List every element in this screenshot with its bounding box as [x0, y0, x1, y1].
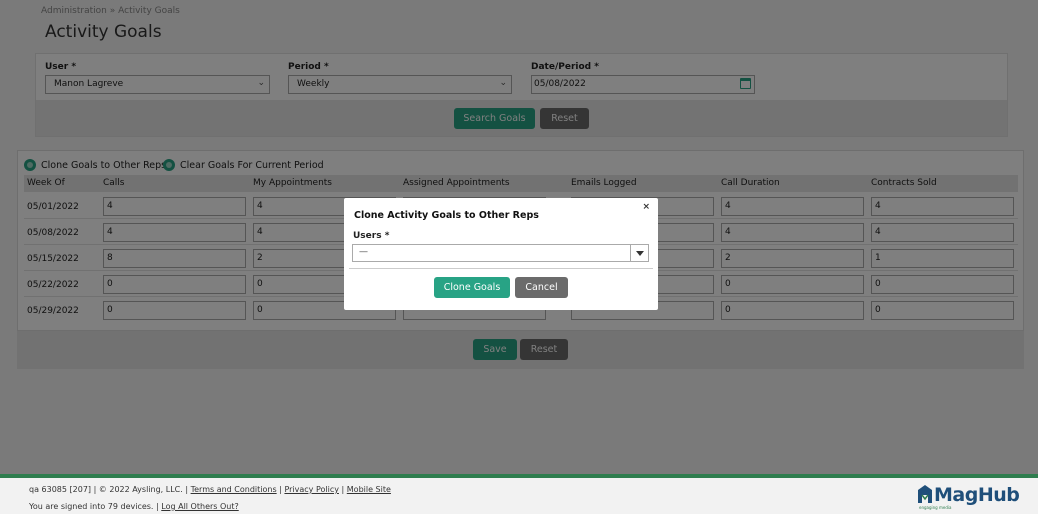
- modal-title: Clone Activity Goals to Other Reps: [354, 210, 539, 221]
- footer-build-info: qa 63085 [207] | © 2022 Aysling, LLC. |: [29, 485, 189, 494]
- cancel-button[interactable]: Cancel: [515, 277, 568, 298]
- page-footer: qa 63085 [207] | © 2022 Aysling, LLC. | …: [0, 478, 1038, 514]
- footer-devices-line: You are signed into 79 devices. | Log Al…: [29, 502, 239, 511]
- privacy-link[interactable]: Privacy Policy: [284, 485, 339, 494]
- close-icon[interactable]: ×: [642, 202, 650, 212]
- clone-goals-modal: Clone Activity Goals to Other Reps × Use…: [344, 198, 658, 310]
- activity-goals-page: Administration » Activity Goals Activity…: [0, 0, 1038, 514]
- signed-in-devices-text: You are signed into 79 devices. |: [29, 502, 159, 511]
- clone-goals-button[interactable]: Clone Goals: [434, 277, 510, 298]
- terms-link[interactable]: Terms and Conditions: [191, 485, 277, 494]
- logo-tagline: engaging media: [919, 505, 952, 510]
- logo-wordmark: MagHub: [934, 484, 1020, 506]
- footer-links-line: qa 63085 [207] | © 2022 Aysling, LLC. | …: [29, 485, 391, 494]
- logo-house-icon: [918, 485, 932, 503]
- users-select[interactable]: —: [352, 244, 649, 262]
- users-select-value: —: [359, 247, 368, 257]
- caret-down-icon[interactable]: [630, 245, 648, 261]
- footer-separator: |: [341, 485, 345, 494]
- log-others-out-link[interactable]: Log All Others Out?: [161, 502, 238, 511]
- modal-divider: [349, 268, 653, 269]
- maghub-logo: MagHub engaging media: [917, 484, 1020, 510]
- users-label: Users *: [353, 231, 390, 241]
- mobile-site-link[interactable]: Mobile Site: [347, 485, 391, 494]
- footer-separator: |: [279, 485, 282, 494]
